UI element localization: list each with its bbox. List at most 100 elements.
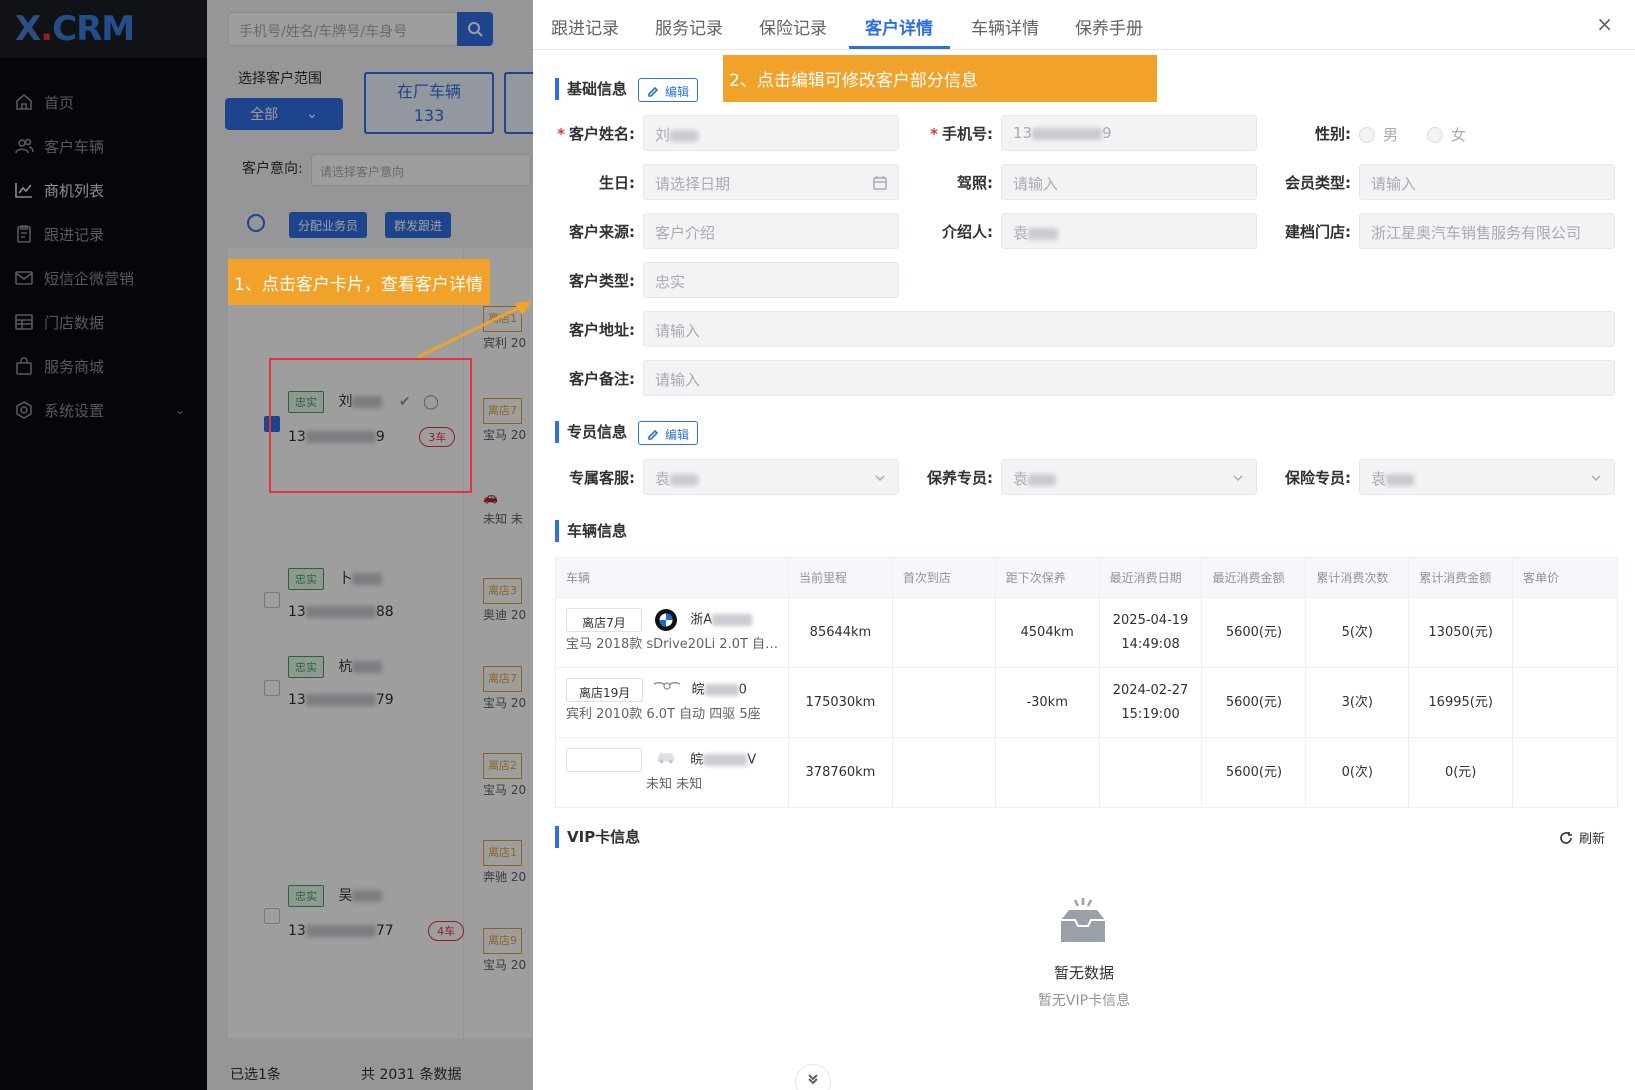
tab-maintenance-manual[interactable]: 保养手册 [1075, 14, 1143, 39]
tab-customer-detail[interactable]: 客户详情 [865, 14, 933, 39]
shop-tag: 离店1 [483, 840, 522, 866]
gender-female-radio[interactable]: 女 [1427, 124, 1466, 145]
address-label: 客户地址: [569, 321, 635, 339]
row-checkbox[interactable] [264, 908, 280, 924]
edit-basic-button[interactable]: 编辑 [638, 78, 699, 102]
refresh-button[interactable]: 刷新 [1559, 828, 1605, 847]
scope-select[interactable]: 全部 ⌄ [225, 98, 343, 130]
in-factory-stat-card[interactable]: 在厂车辆 133 [364, 72, 494, 134]
tab-vehicle-detail[interactable]: 车辆详情 [971, 14, 1039, 39]
last-amount-cell: 5600(元) [1201, 737, 1307, 808]
row-checkbox[interactable] [264, 680, 280, 696]
settings-icon[interactable] [247, 214, 265, 232]
sidebar-item-followup[interactable]: 跟进记录 [0, 212, 207, 256]
tab-followup[interactable]: 跟进记录 [551, 14, 619, 39]
vehicle-cell[interactable]: 皖 V 未知 未知 [555, 737, 789, 808]
name-label: * 客户姓名: [557, 125, 635, 143]
group-followup-button[interactable]: 群发跟进 [385, 212, 452, 238]
plate-suffix: 0 [738, 682, 747, 698]
customer-name: 卜 [338, 571, 353, 587]
last-date-cell [1098, 737, 1203, 808]
maint-select[interactable]: 袁 [1001, 459, 1257, 495]
chevron-down-icon [872, 470, 888, 486]
last-date-cell: 2024-02-27 15:19:00 [1098, 667, 1203, 738]
search-input[interactable]: 手机号/姓名/车牌号/车身号 [228, 12, 458, 46]
basic-info-title: 基础信息 [555, 78, 627, 100]
sidebar-item-settings[interactable]: 系统设置 ⌄ [0, 388, 207, 432]
close-icon[interactable]: × [1596, 12, 1613, 36]
calendar-icon [872, 175, 888, 191]
vehicle-desc: 宾利 2010款 6.0T 自动 四驱 5座 [566, 706, 761, 722]
vehicle-text: 宝马 20 [483, 958, 527, 972]
customer-type-field[interactable]: 忠实 [643, 262, 899, 298]
cs-value: 袁 [655, 470, 671, 488]
tab-service[interactable]: 服务记录 [655, 14, 723, 39]
member-type-label: 会员类型: [1285, 174, 1351, 192]
sidebar-item-customers[interactable]: 客户车辆 [0, 124, 207, 168]
column-header: 客单价 [1512, 557, 1618, 598]
intent-select[interactable]: 请选择客户意向 [311, 154, 531, 186]
customer-card[interactable]: 忠实 吴 13 77 4车 [288, 885, 478, 965]
avg-price-cell [1512, 737, 1618, 808]
intent-label: 客户意向: [242, 161, 303, 177]
customer-name: 杭 [338, 659, 353, 675]
edit-label: 编辑 [665, 85, 690, 99]
tab-insurance[interactable]: 保险记录 [759, 14, 827, 39]
license-input[interactable]: 请输入 [1001, 164, 1257, 200]
ins-label: 保险专员: [1285, 469, 1351, 487]
customer-type-label: 客户类型: [569, 272, 635, 290]
customer-card[interactable]: 忠实 杭 13 79 [288, 656, 478, 736]
customer-detail-drawer: 跟进记录 服务记录 保险记录 客户详情 车辆详情 保养手册 × 基础信息 编辑 … [533, 0, 1635, 1090]
search-button[interactable] [457, 12, 493, 46]
vehicle-cell[interactable]: 离店7月 浙A 宝马 2018款 sDrive20Li 2.0T 自动... [555, 597, 789, 668]
phone-label: * 手机号: [930, 125, 993, 143]
drawer-tabs: 跟进记录 服务记录 保险记录 客户详情 车辆详情 保养手册 × [533, 0, 1635, 50]
assign-salesman-button[interactable]: 分配业务员 [289, 212, 368, 238]
sidebar-item-label: 首页 [44, 93, 75, 112]
vehicle-snippet: 离店1 奔驰 20 [483, 840, 526, 888]
first-visit-cell [891, 737, 996, 808]
member-type-input[interactable]: 请输入 [1359, 164, 1615, 200]
sidebar-item-home[interactable]: 首页 [0, 80, 207, 124]
radio-label: 男 [1383, 126, 1399, 144]
edit-staff-button[interactable]: 编辑 [638, 421, 699, 445]
stat-card-partial[interactable] [504, 72, 533, 134]
settings-icon [14, 400, 34, 420]
empty-title: 暂无数据 [1053, 964, 1114, 982]
avg-price-cell [1512, 597, 1618, 668]
store-field[interactable]: 浙江星奥汽车销售服务有限公司 [1359, 213, 1615, 249]
app-logo[interactable]: X. CRM [0, 0, 207, 58]
customer-phone: 13 [288, 692, 306, 708]
referrer-field[interactable]: 袁 [1001, 213, 1257, 249]
remark-input[interactable]: 请输入 [643, 360, 1615, 396]
row-checkbox[interactable] [264, 592, 280, 608]
sidebar-item-label: 跟进记录 [44, 225, 105, 244]
sidebar-item-sms-marketing[interactable]: 短信企微营销 [0, 256, 207, 300]
gender-male-radio[interactable]: 男 [1359, 124, 1398, 145]
customer-card[interactable]: 忠实 卜 13 88 [288, 568, 478, 648]
table-row[interactable]: 离店19月 皖 0 宾利 2010款 6.0T 自动 四驱 5座 175030km… [555, 667, 1618, 738]
name-field[interactable]: 刘 [643, 115, 899, 151]
last-date: 2025-04-19 [1112, 612, 1189, 628]
plate-number: 浙A [690, 612, 713, 628]
sidebar: X. CRM 首页 客户车辆 商机列表 跟进记录 短信企微营销 门店数据 服务商… [0, 0, 207, 1090]
vehicle-cell[interactable]: 离店19月 皖 0 宾利 2010款 6.0T 自动 四驱 5座 [555, 667, 789, 738]
total-amount-cell: 13050(元) [1408, 597, 1514, 668]
address-input[interactable]: 请输入 [643, 311, 1615, 347]
cs-select[interactable]: 袁 [643, 459, 899, 495]
sidebar-item-store-data[interactable]: 门店数据 [0, 300, 207, 344]
ins-select[interactable]: 袁 [1359, 459, 1615, 495]
arrow-icon [417, 301, 532, 359]
staff-info-title: 专员信息 [555, 421, 627, 443]
table-header: 车辆 当前里程 首次到店 距下次保养 最近消费日期 最近消费金额 累计消费次数 … [555, 557, 1618, 598]
source-field[interactable]: 客户介绍 [643, 213, 899, 249]
column-header: 最近消费日期 [1098, 557, 1203, 598]
birthday-datepicker[interactable]: 请选择日期 [643, 164, 899, 200]
table-row[interactable]: 皖 V 未知 未知 378760km 5600(元) 0(次) 0(元) [555, 737, 1618, 808]
scroll-down-button[interactable] [795, 1064, 831, 1090]
sidebar-item-mall[interactable]: 服务商城 [0, 344, 207, 388]
table-row[interactable]: 离店7月 浙A 宝马 2018款 sDrive20Li 2.0T 自动... 8… [555, 597, 1618, 668]
vehicle-table: 车辆 当前里程 首次到店 距下次保养 最近消费日期 最近消费金额 累计消费次数 … [555, 557, 1618, 808]
sidebar-item-opportunities[interactable]: 商机列表 [0, 168, 207, 212]
phone-field[interactable]: 13 9 [1001, 115, 1257, 151]
